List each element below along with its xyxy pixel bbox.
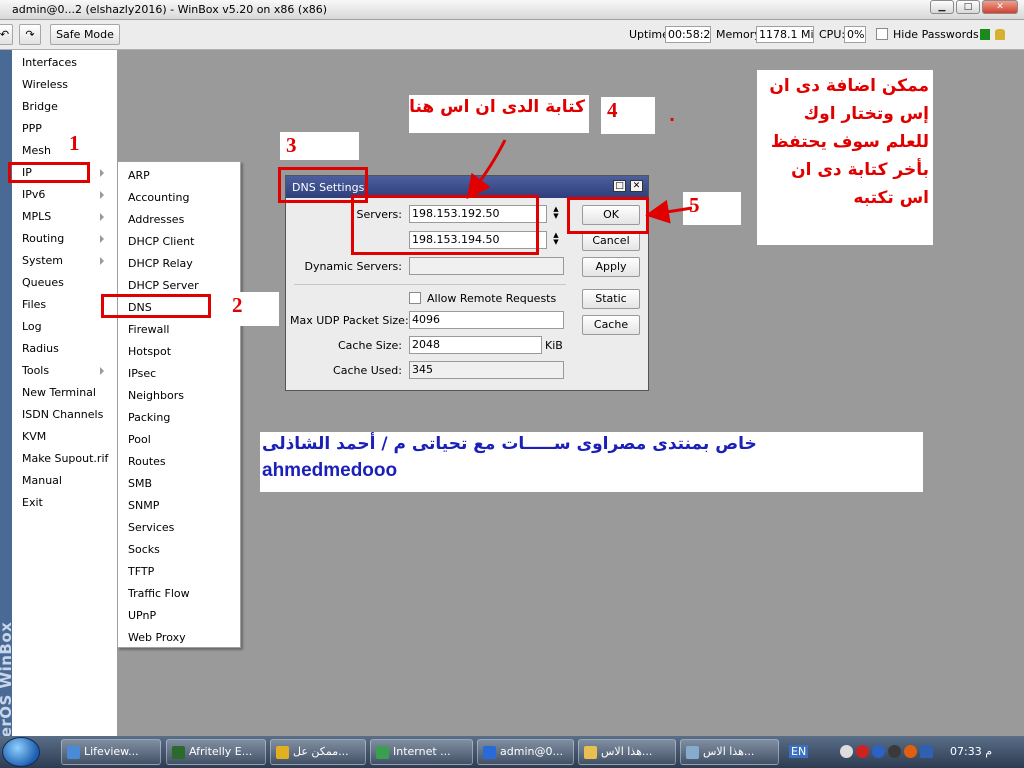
messenger-tray-icon[interactable] [872, 745, 885, 758]
taskbar-item[interactable]: ممكن عل... [270, 739, 366, 765]
taskbar-item[interactable]: Lifeview... [61, 739, 161, 765]
annotation-arrows [466, 139, 693, 224]
app-icon [483, 746, 496, 759]
alert-tray-icon[interactable] [904, 745, 917, 758]
taskbar-item[interactable]: admin@0... [477, 739, 574, 765]
warning-tray-icon[interactable] [856, 745, 869, 758]
app-icon [376, 746, 389, 759]
taskbar-item-label: Lifeview... [84, 745, 139, 758]
taskbar-item-label: Internet ... [393, 745, 451, 758]
app-tray-icon[interactable] [920, 745, 933, 758]
arrow-to-ok [645, 199, 693, 224]
taskbar-item-label: Afritelly E... [189, 745, 253, 758]
clock: 07:33 م [950, 745, 993, 758]
app-icon [276, 746, 289, 759]
taskbar-item[interactable]: هذا الاس... [680, 739, 779, 765]
app-icon [584, 746, 597, 759]
language-indicator[interactable]: EN [789, 745, 809, 758]
app-icon [172, 746, 185, 759]
taskbar-item[interactable]: Internet ... [370, 739, 473, 765]
volume-tray-icon[interactable] [888, 745, 901, 758]
taskbar-item-label: هذا الاس... [601, 745, 653, 758]
start-button-icon[interactable] [2, 737, 40, 767]
arrow-to-servers [466, 139, 507, 200]
taskbar-item-label: admin@0... [500, 745, 563, 758]
taskbar-item[interactable]: هذا الاس... [578, 739, 676, 765]
app-icon [67, 746, 80, 759]
taskbar-item-label: ممكن عل... [293, 745, 349, 758]
network-tray-icon[interactable] [840, 745, 853, 758]
taskbar-item-label: هذا الاس... [703, 745, 755, 758]
app-icon [686, 746, 699, 759]
taskbar: Lifeview... Afritelly E... ممكن عل... Inter… [0, 736, 1024, 768]
taskbar-item[interactable]: Afritelly E... [166, 739, 266, 765]
